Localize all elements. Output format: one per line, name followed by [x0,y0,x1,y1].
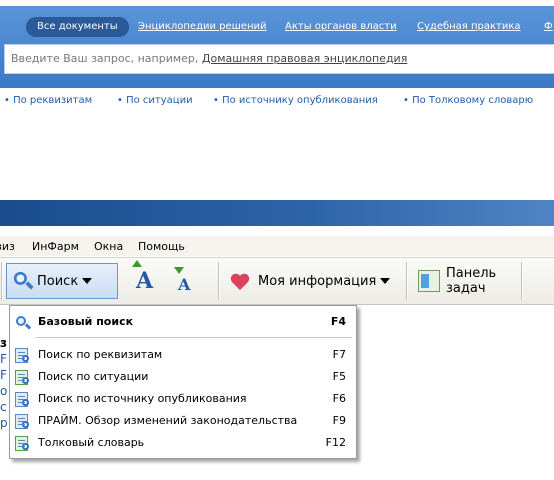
menu-item-shortcut: F12 [325,436,346,449]
menu-item-shortcut: F7 [332,348,346,361]
quick-link-source[interactable]: • По источнику опубликования [213,95,378,106]
tab-government-acts[interactable]: Акты органов власти [285,17,397,37]
prime-review-icon [15,414,30,429]
menu-item-basic-search[interactable]: Базовый поиск F4 [12,311,354,333]
menu-item-label: Базовый поиск [38,315,134,328]
font-increase-icon: A [132,260,153,294]
sliver-link[interactable]: F [0,368,7,382]
font-increase-button[interactable]: A [132,260,164,301]
search-situation-icon [15,370,30,385]
font-decrease-icon: A [174,266,190,294]
menu-item-search-requisites[interactable]: Поиск по реквизитам F7 [12,344,354,366]
search-dropdown-button[interactable]: Поиск [6,263,118,299]
search-source-icon [15,392,30,407]
toolbar-separator [521,262,523,300]
menu-item-shortcut: F6 [332,392,346,405]
font-decrease-button[interactable]: A [174,261,206,301]
chevron-down-icon [380,278,391,284]
menu-item-shortcut: F4 [330,315,346,328]
magnifier-icon [15,315,32,330]
task-panel-icon [418,270,440,292]
toolbar-separator [1,262,3,300]
quick-link-requisites[interactable]: • По реквизитам [4,95,92,106]
magnifier-icon [13,271,34,292]
menu-item-label: Поиск по источнику опубликования [38,392,247,405]
menu-item-search-source[interactable]: Поиск по источнику опубликования F6 [12,388,354,410]
tab-all-documents[interactable]: Все документы [26,17,129,37]
menu-item-label: ПРАЙМ. Обзор изменений законодательства [38,414,298,427]
menu-item-dictionary[interactable]: Толковый словарь F12 [12,432,354,454]
sliver-link[interactable]: о [0,384,7,398]
menu-item-label: Поиск по реквизитам [38,348,163,361]
search-dropdown-menu: Базовый поиск F4 Поиск по реквизитам F7 … [9,305,357,459]
search-input-placeholder: Введите Ваш запрос, например, [11,52,202,65]
menu-item-label: Толковый словарь [38,436,145,449]
menu-item-search-situation[interactable]: Поиск по ситуации F5 [12,366,354,388]
menu-item-windows[interactable]: Окна [94,240,123,253]
search-input[interactable]: Введите Ваш запрос, например, Домашняя п… [4,44,554,74]
tab-more[interactable]: Ф [544,17,553,37]
search-requisites-icon [15,348,30,363]
menu-divider [36,337,352,338]
task-panel-label-line2: задач [446,281,486,296]
tab-encyclopedia-solutions[interactable]: Энциклопедии решений [138,17,267,37]
chevron-down-icon [82,278,93,284]
menu-item-shortcut: F9 [332,414,346,427]
menubar: зиз ИнФарм Окна Помощь [0,236,554,256]
menu-item-help[interactable]: Помощь [138,240,185,253]
menu-item-search[interactable]: зиз [0,240,15,253]
sliver-link[interactable]: F [0,352,7,366]
tab-court-practice[interactable]: Судебная практика [417,17,521,37]
task-panel-button[interactable]: Панель задач [418,261,518,301]
menu-item-infarm[interactable]: ИнФарм [32,240,79,253]
toolbar: Поиск A A Моя информация Панель задач [0,257,554,305]
menu-item-prime-review[interactable]: ПРАЙМ. Обзор изменений законодательства … [12,410,354,432]
menu-item-label: Поиск по ситуации [38,370,149,383]
sliver-text: з [0,336,7,350]
sliver-link[interactable]: с [0,400,7,414]
app-titlebar [0,200,554,226]
search-panel: Все документы Энциклопедии решений Акты … [0,6,554,88]
toolbar-separator [218,262,220,300]
search-button-label: Поиск [37,273,79,289]
task-panel-label-line1: Панель [446,266,497,281]
my-information-label: Моя информация [258,273,377,289]
my-information-button[interactable]: Моя информация [230,261,402,301]
dictionary-icon [15,436,30,451]
toolbar-separator [406,262,408,300]
sliver-link[interactable]: р [0,416,8,430]
menu-item-shortcut: F5 [332,370,346,383]
search-example-link[interactable]: Домашняя правовая энциклопедия [202,52,407,65]
quick-link-dictionary[interactable]: • По Толковому словарю [403,95,533,106]
heart-icon [230,274,250,292]
quick-link-situation[interactable]: • По ситуации [117,95,193,106]
